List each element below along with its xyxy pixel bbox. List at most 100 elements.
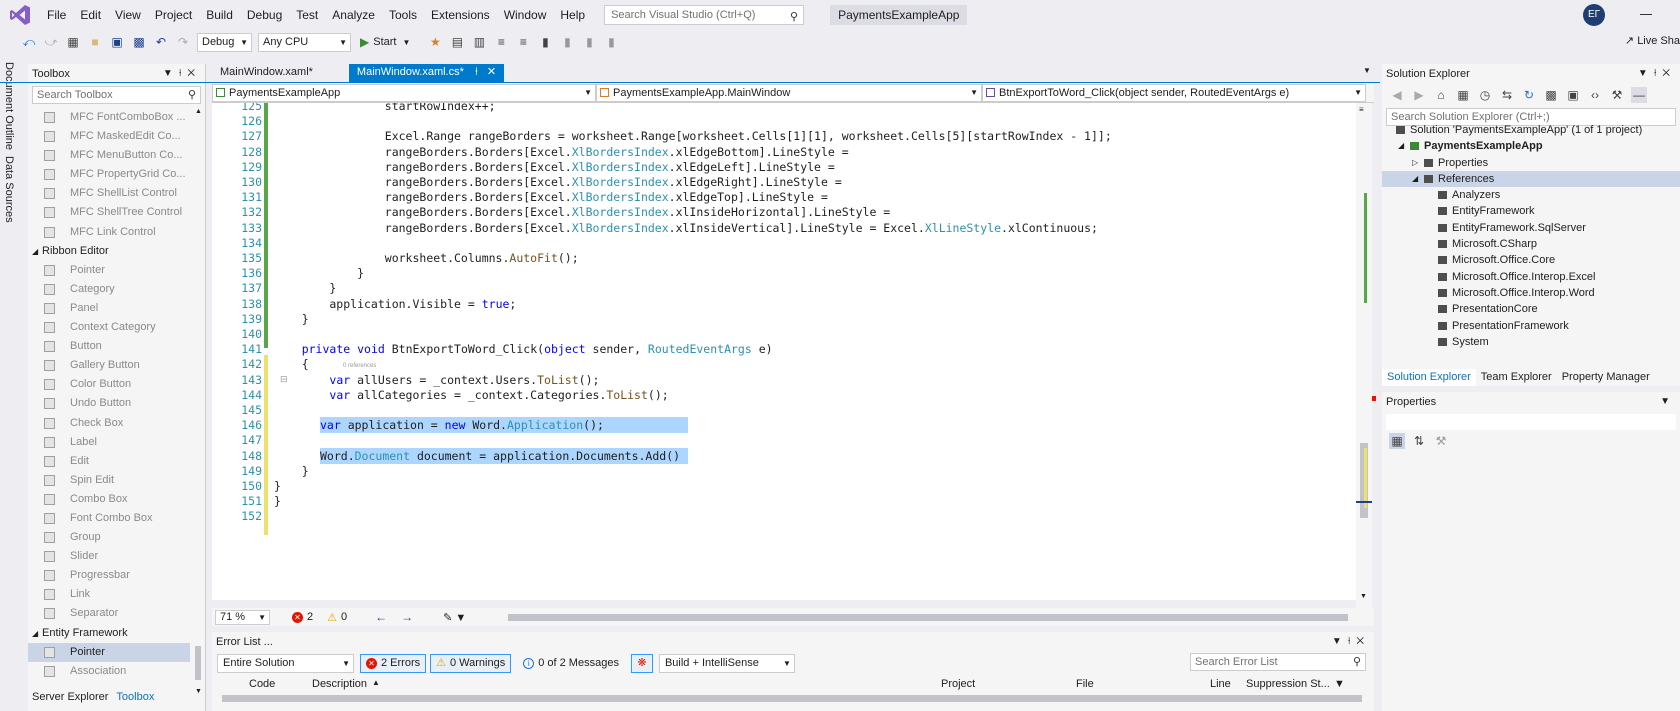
undo-icon[interactable]: ↶ xyxy=(153,34,169,50)
tab-server-explorer[interactable]: Server Explorer xyxy=(28,688,112,708)
toolbox-item[interactable]: Progressbar xyxy=(28,566,190,585)
tab-mainwindow-xaml-cs[interactable]: MainWindow.xaml.cs* ⍿ ✕ xyxy=(348,64,505,82)
menu-project[interactable]: Project xyxy=(148,4,199,26)
code-line[interactable]: 126 xyxy=(212,113,1362,129)
toolbox-item[interactable]: Label xyxy=(28,433,190,452)
platform-select[interactable]: Any CPU ▼ xyxy=(258,32,351,52)
code-line[interactable]: 136 } xyxy=(212,265,1362,281)
class-select[interactable]: PaymentsExampleApp.MainWindow ▼ xyxy=(596,84,982,102)
forward-icon[interactable]: ⤻ xyxy=(43,34,59,50)
next-bookmark-icon[interactable]: ▮ xyxy=(581,34,597,50)
panel-controls[interactable]: ▼⍿✕ xyxy=(1332,632,1370,652)
toolbox-item[interactable]: Pointer xyxy=(28,261,190,280)
scroll-down-icon[interactable]: ▼ xyxy=(1360,593,1367,600)
menu-file[interactable]: File xyxy=(40,4,73,26)
expanded-icon[interactable]: ◢ xyxy=(32,242,38,261)
code-line[interactable]: 147 xyxy=(212,432,1362,448)
tree-item[interactable]: EntityFramework xyxy=(1382,203,1680,219)
expanded-icon[interactable]: ◢ xyxy=(32,624,38,643)
code-line[interactable]: 139 } xyxy=(212,311,1362,327)
code-line[interactable]: 142 { xyxy=(212,356,1362,372)
menu-test[interactable]: Test xyxy=(289,4,325,26)
toolbox-item[interactable]: Edit xyxy=(28,452,190,471)
toolbox-item[interactable]: Color Button xyxy=(28,375,190,394)
code-line[interactable]: 135 worksheet.Columns.AutoFit(); xyxy=(212,250,1362,266)
toolbox-item[interactable]: MFC MaskedEdit Co... xyxy=(28,127,190,146)
layout-icon[interactable]: ▥ xyxy=(471,34,487,50)
property-pages-icon[interactable]: ⚒ xyxy=(1433,433,1449,449)
tab-team-explorer[interactable]: Team Explorer xyxy=(1476,369,1557,386)
code-line[interactable]: 131 rangeBorders.Borders[Excel.XlBorders… xyxy=(212,189,1362,205)
prev-bookmark-icon[interactable]: ▮ xyxy=(559,34,575,50)
toolbox-item[interactable]: Context Category xyxy=(28,318,190,337)
toolbox-item[interactable]: Spin Edit xyxy=(28,471,190,490)
toolbox-item[interactable]: Font Combo Box xyxy=(28,509,190,528)
brush-icon[interactable]: ✎ ▼ xyxy=(443,611,466,624)
code-editor[interactable]: 125 startRowIndex++; 126 127 Excel.Range r… xyxy=(212,103,1362,600)
toolbox-scrollbar[interactable]: ▲ ▼ xyxy=(192,108,204,698)
code-line[interactable]: 130 rangeBorders.Borders[Excel.XlBorders… xyxy=(212,174,1362,190)
expanded-icon[interactable]: ◢ xyxy=(1412,171,1418,187)
tree-item[interactable]: Microsoft.Office.Interop.Word xyxy=(1382,285,1680,301)
tab-property-manager[interactable]: Property Manager xyxy=(1557,369,1655,386)
toolbox-item[interactable]: MFC FontComboBox ... xyxy=(28,108,190,127)
menu-window[interactable]: Window xyxy=(497,4,554,26)
toolbox-scroll-thumb[interactable] xyxy=(195,646,201,680)
code-line[interactable]: 132 rangeBorders.Borders[Excel.XlBorders… xyxy=(212,204,1362,220)
switch-views-icon[interactable]: ▦ xyxy=(1455,87,1471,103)
tree-item[interactable]: ◢ References xyxy=(1382,170,1680,188)
toolbox-item[interactable]: Button xyxy=(28,337,190,356)
editor-vertical-scrollbar[interactable]: ≡ ▼ xyxy=(1356,103,1372,610)
code-line[interactable]: 143 var allUsers = _context.Users.ToList… xyxy=(212,372,1362,388)
toolbox-category[interactable]: ◢ Entity Framework xyxy=(28,624,190,643)
messages-filter-button[interactable]: i 0 of 2 Messages xyxy=(517,654,625,673)
pin-icon[interactable]: ⍿ xyxy=(475,66,478,78)
preview-icon[interactable]: — xyxy=(1631,87,1647,103)
toolbox-item[interactable]: MFC Link Control xyxy=(28,223,190,242)
panel-controls[interactable]: ▼⍿✕ xyxy=(163,64,201,84)
pending-changes-icon[interactable]: ◷ xyxy=(1477,87,1493,103)
build-filter-select[interactable]: Build + IntelliSense ▼ xyxy=(658,653,795,673)
error-list-horizontal-scroll-thumb[interactable] xyxy=(222,695,1362,702)
tree-item[interactable]: EntityFramework.SqlServer xyxy=(1382,220,1680,236)
code-line[interactable]: 146 var application = new Word.Applicatio… xyxy=(212,417,1362,434)
warning-indicator[interactable]: ⚠ 0 xyxy=(327,611,347,624)
member-select[interactable]: BtnExportToWord_Click(object sender, Rou… xyxy=(982,84,1366,102)
code-line[interactable]: 152 xyxy=(212,508,1362,524)
scroll-down-icon[interactable]: ▼ xyxy=(195,688,202,695)
toolbox-item[interactable]: MFC PropertyGrid Co... xyxy=(28,165,190,184)
code-line[interactable]: 133 rangeBorders.Borders[Excel.XlBorders… xyxy=(212,220,1362,236)
code-line[interactable]: 140 xyxy=(212,326,1362,342)
toolbox-item[interactable]: Link xyxy=(28,585,190,604)
collapsed-icon[interactable]: ▷ xyxy=(1412,155,1418,171)
refresh-icon[interactable]: ↻ xyxy=(1521,87,1537,103)
code-line[interactable]: 148 Word.Document document = application.… xyxy=(212,447,1362,464)
code-line[interactable]: 137 } xyxy=(212,280,1362,296)
tree-item[interactable]: PresentationCore xyxy=(1382,301,1680,317)
tree-item[interactable]: PresentationFramework xyxy=(1382,318,1680,334)
show-all-files-icon[interactable]: ▣ xyxy=(1565,87,1581,103)
toolbox-category[interactable]: ◢ Ribbon Editor xyxy=(28,242,190,261)
menu-analyze[interactable]: Analyze xyxy=(325,4,382,26)
configuration-select[interactable]: Debug ▼ xyxy=(197,32,252,52)
close-icon[interactable]: ✕ xyxy=(487,66,496,78)
view-code-icon[interactable]: ‹› xyxy=(1587,87,1603,103)
code-line[interactable]: 128 rangeBorders.Borders[Excel.XlBorders… xyxy=(212,144,1362,160)
tree-item[interactable]: Analyzers xyxy=(1382,187,1680,203)
expanded-icon[interactable]: ◢ xyxy=(1398,138,1404,154)
toolbox-search-input[interactable]: Search Toolbox ⚲ xyxy=(32,86,201,104)
toolbox-item[interactable]: Panel xyxy=(28,299,190,318)
code-line[interactable]: 141 private void BtnExportToWord_Click(o… xyxy=(212,341,1362,357)
code-line[interactable]: 151} xyxy=(212,493,1362,509)
step-icon[interactable]: ▤ xyxy=(449,34,465,50)
code-line[interactable]: 138 application.Visible = true; xyxy=(212,296,1362,312)
col-project[interactable]: Project xyxy=(941,678,975,690)
code-line[interactable]: 145 xyxy=(212,402,1362,418)
menu-help[interactable]: Help xyxy=(553,4,592,26)
menu-build[interactable]: Build xyxy=(199,4,240,26)
col-file[interactable]: File xyxy=(1076,678,1094,690)
toolbox-item[interactable]: Pointer xyxy=(28,642,190,662)
toolbox-item[interactable]: Association xyxy=(28,662,190,681)
alphabetical-icon[interactable]: ⇅ xyxy=(1411,433,1427,449)
scroll-up-icon[interactable]: ▲ xyxy=(195,108,202,115)
